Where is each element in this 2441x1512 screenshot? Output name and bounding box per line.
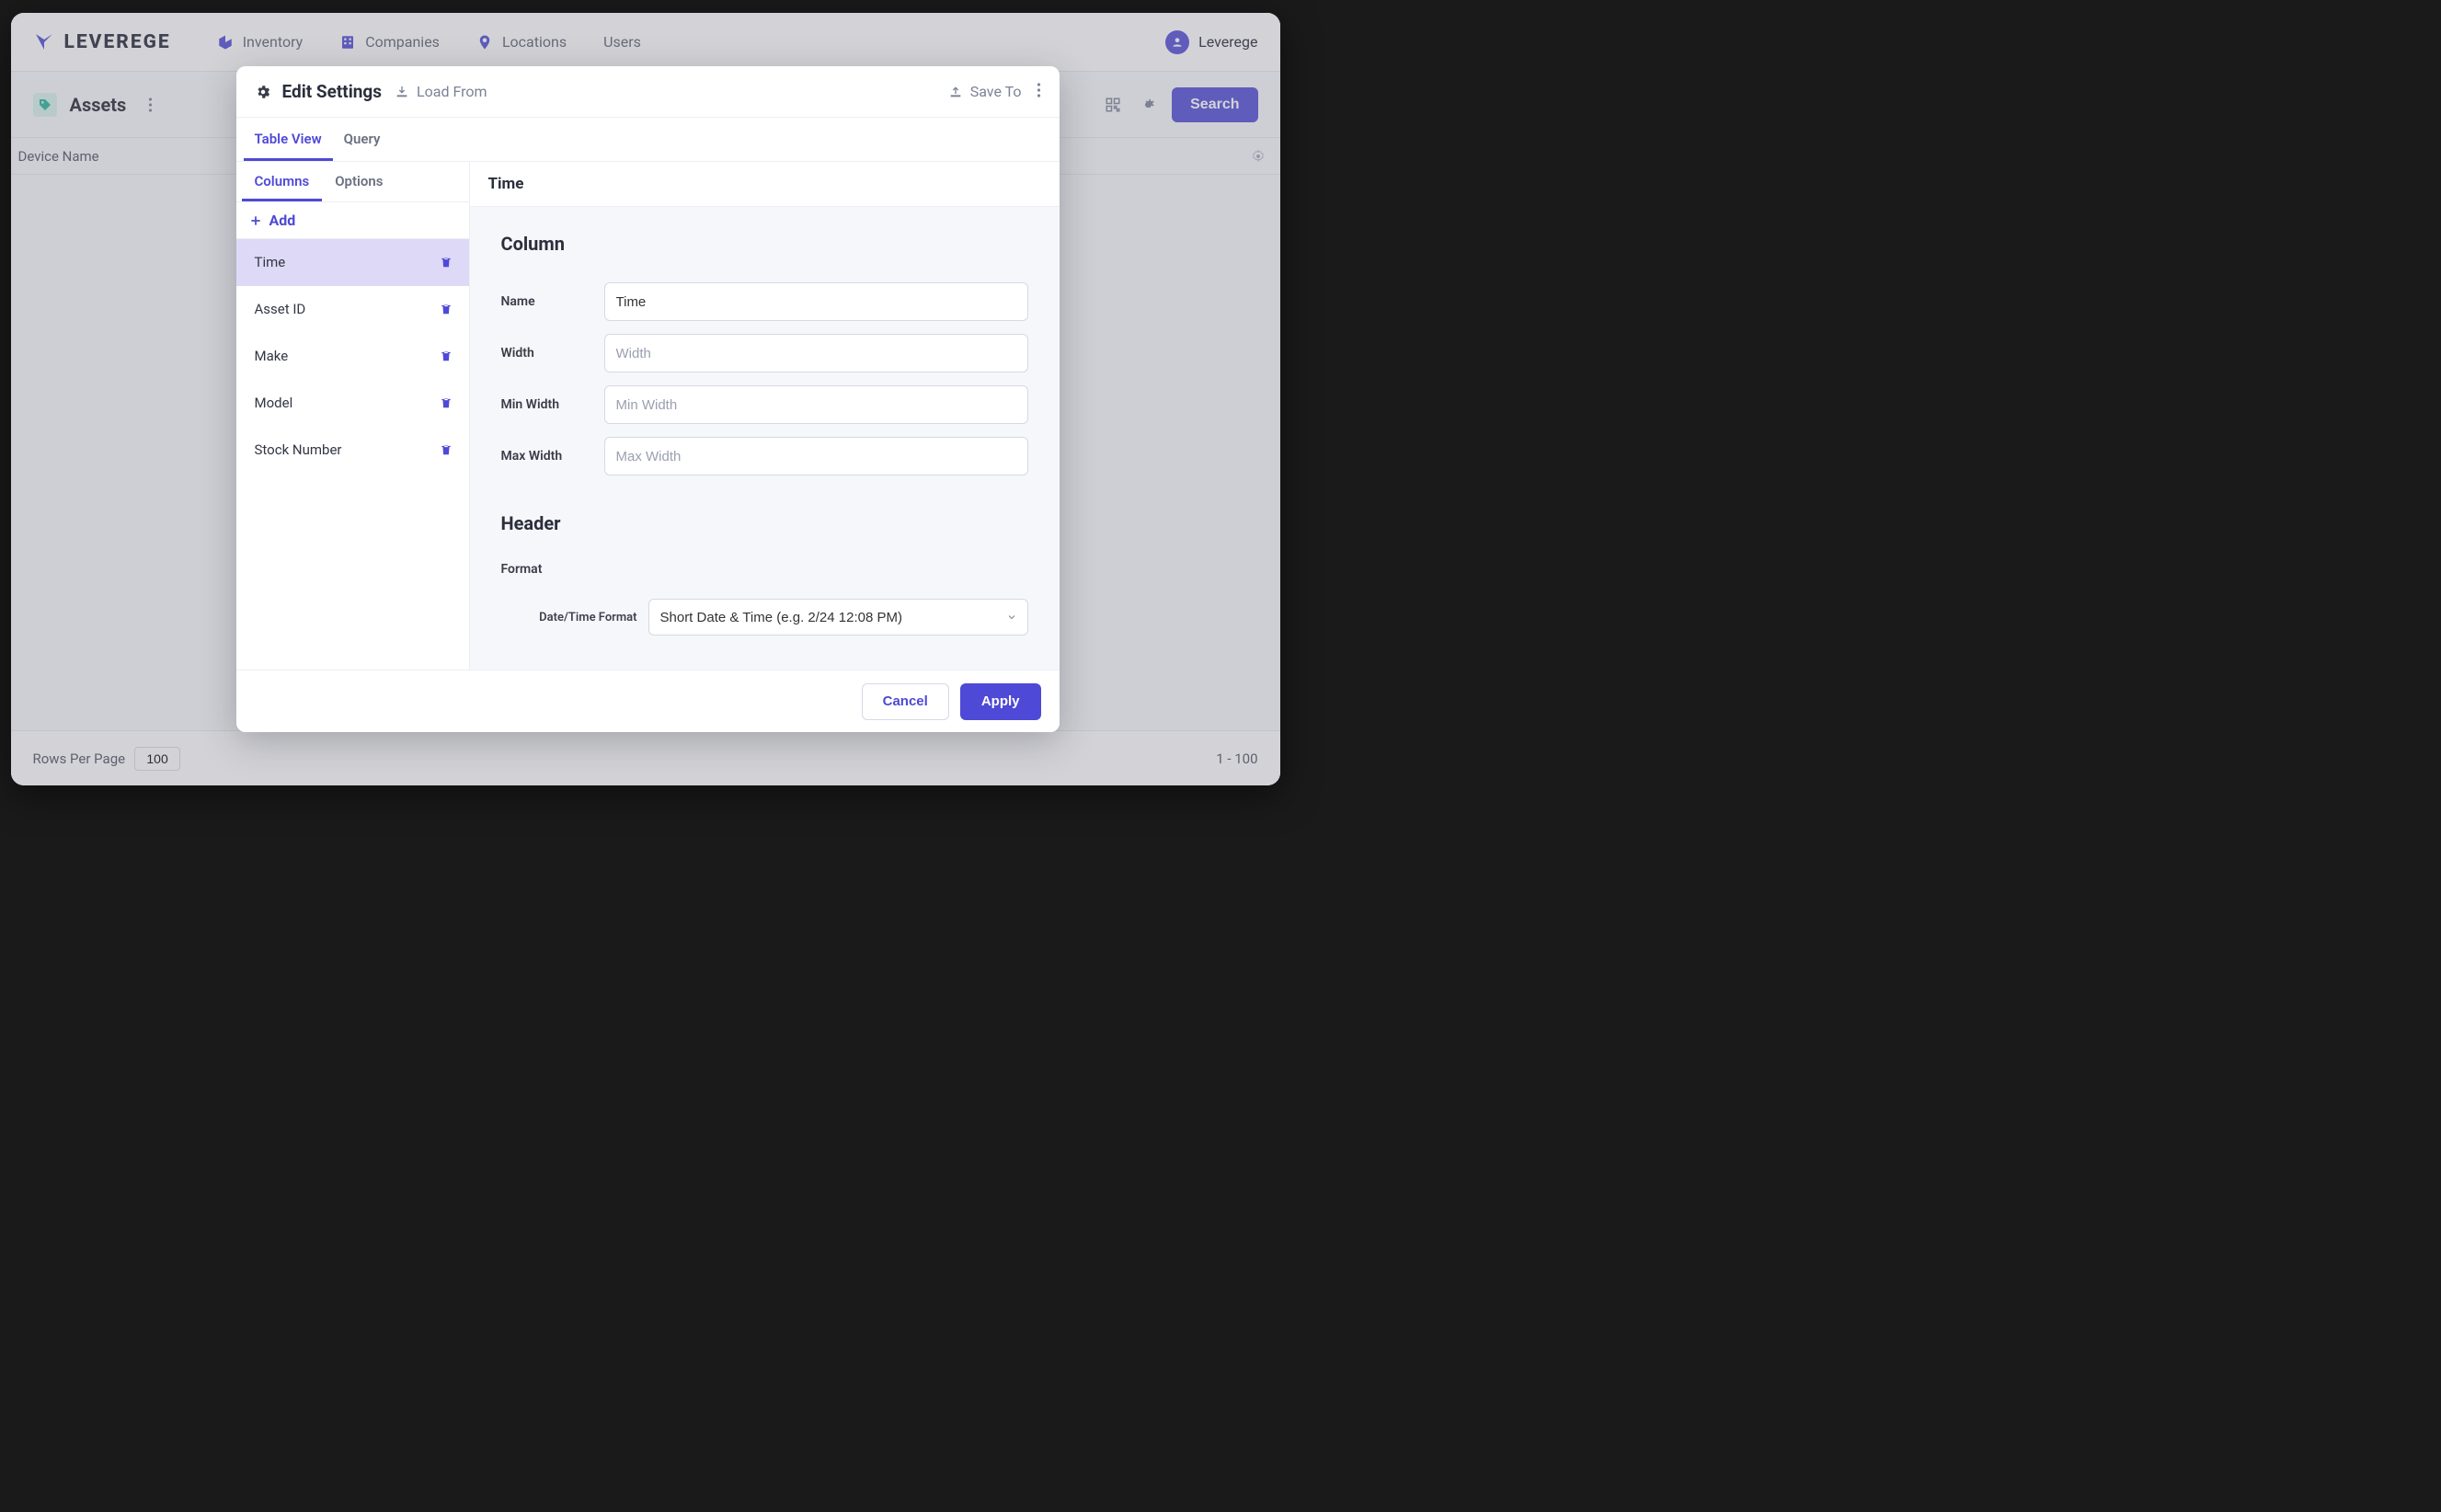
editor-scroll[interactable]: Column Name Width Min Width Max Wid — [470, 207, 1060, 670]
name-label: Name — [501, 294, 586, 309]
cancel-button[interactable]: Cancel — [862, 683, 949, 720]
download-icon — [395, 85, 409, 99]
trash-icon[interactable] — [440, 396, 453, 409]
subtabs: Columns Options — [236, 162, 469, 202]
subtab-columns[interactable]: Columns — [242, 162, 323, 201]
modal-body: Columns Options Add Time — [236, 162, 1060, 670]
min-width-input[interactable] — [604, 385, 1028, 424]
section-column-heading: Column — [501, 233, 1028, 255]
save-to-label: Save To — [970, 83, 1022, 100]
columns-list: Time Asset ID Make Model — [236, 239, 469, 474]
subtab-options[interactable]: Options — [322, 162, 395, 201]
name-input[interactable] — [604, 282, 1028, 321]
add-column-button[interactable]: Add — [236, 202, 469, 239]
width-input[interactable] — [604, 334, 1028, 372]
datetime-format-label: Date/Time Format — [501, 611, 637, 624]
width-label: Width — [501, 346, 586, 361]
column-item-label: Time — [255, 254, 286, 270]
column-item-model[interactable]: Model — [236, 380, 469, 427]
save-to-button[interactable]: Save To — [948, 83, 1022, 100]
trash-icon[interactable] — [440, 256, 453, 269]
datetime-format-select[interactable]: Short Date & Time (e.g. 2/24 12:08 PM) — [648, 599, 1028, 636]
modal-kebab-icon[interactable] — [1037, 83, 1041, 101]
column-item-label: Make — [255, 348, 289, 364]
edit-settings-modal: Edit Settings Load From Save To — [236, 66, 1060, 732]
modal-tabs: Table View Query — [236, 118, 1060, 162]
column-item-label: Asset ID — [255, 301, 306, 317]
plus-icon — [249, 214, 262, 227]
modal-title: Edit Settings — [282, 81, 383, 102]
column-item-label: Model — [255, 395, 293, 411]
trash-icon[interactable] — [440, 349, 453, 362]
add-label: Add — [269, 212, 296, 229]
column-item-make[interactable]: Make — [236, 333, 469, 380]
max-width-label: Max Width — [501, 449, 586, 464]
upload-icon — [948, 85, 963, 99]
column-item-time[interactable]: Time — [236, 239, 469, 286]
format-label: Format — [501, 562, 1028, 577]
column-editor-pane: Time Column Name Width Min Width — [470, 162, 1060, 670]
columns-left-pane: Columns Options Add Time — [236, 162, 470, 670]
editor-title: Time — [470, 162, 1060, 207]
load-from-button[interactable]: Load From — [395, 83, 487, 100]
tab-query[interactable]: Query — [333, 118, 392, 161]
column-item-stock-number[interactable]: Stock Number — [236, 427, 469, 474]
modal-header: Edit Settings Load From Save To — [236, 66, 1060, 118]
apply-button[interactable]: Apply — [960, 683, 1041, 720]
max-width-input[interactable] — [604, 437, 1028, 475]
gear-icon — [255, 84, 271, 100]
column-item-asset-id[interactable]: Asset ID — [236, 286, 469, 333]
column-item-label: Stock Number — [255, 441, 342, 458]
min-width-label: Min Width — [501, 397, 586, 412]
load-from-label: Load From — [417, 83, 487, 100]
modal-footer: Cancel Apply — [236, 670, 1060, 732]
tab-table-view[interactable]: Table View — [244, 118, 333, 161]
app-window: LEVEREGE Inventory Companies Locations U… — [11, 13, 1280, 785]
section-header-heading: Header — [501, 512, 1028, 534]
trash-icon[interactable] — [440, 303, 453, 315]
trash-icon[interactable] — [440, 443, 453, 456]
